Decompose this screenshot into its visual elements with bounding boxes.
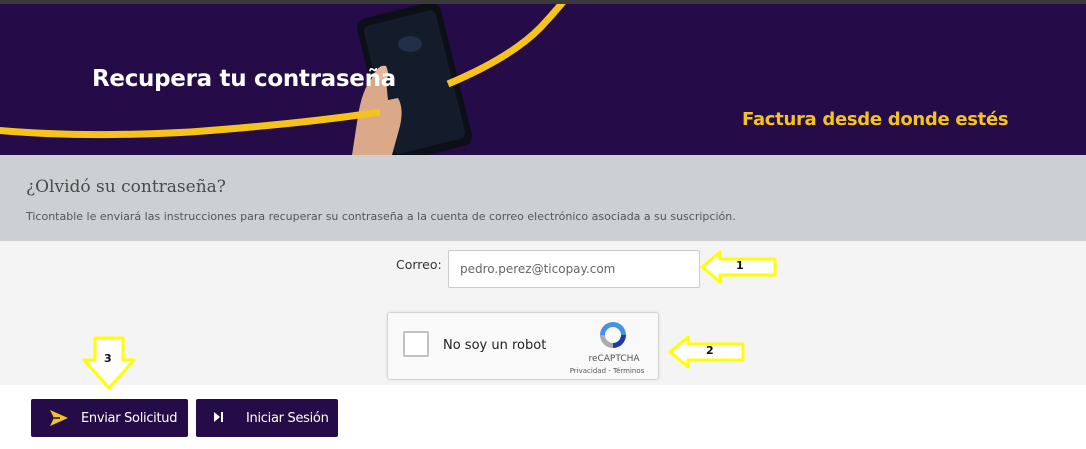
skip-next-icon <box>214 412 223 422</box>
send-icon <box>50 410 68 426</box>
page-title: ¿Olvidó su contraseña? <box>26 177 226 197</box>
annotation-number-1: 1 <box>736 259 744 272</box>
banner-title: Recupera tu contraseña <box>92 66 396 92</box>
email-field[interactable] <box>448 250 700 288</box>
hero-banner: Recupera tu contraseña Factura desde don… <box>0 4 1086 155</box>
banner-tagline: Factura desde donde estés <box>742 109 1009 130</box>
login-button[interactable]: Iniciar Sesión <box>196 399 338 437</box>
info-panel: ¿Olvidó su contraseña? Ticontable le env… <box>0 155 1086 241</box>
send-request-button[interactable]: Enviar Solicitud <box>31 399 188 437</box>
recaptcha-widget: No soy un robot reCAPTCHA Privacidad - T… <box>387 312 659 380</box>
recaptcha-brand: reCAPTCHA <box>588 354 640 364</box>
send-request-label: Enviar Solicitud <box>81 410 178 426</box>
annotation-number-3: 3 <box>104 352 112 365</box>
email-label: Correo: <box>396 257 442 272</box>
instructions-text: Ticontable le enviará las instrucciones … <box>26 210 736 223</box>
annotation-number-2: 2 <box>706 344 714 357</box>
recovery-form: Correo: No soy un robot reCAPTCHA Privac… <box>0 241 1086 385</box>
login-label: Iniciar Sesión <box>246 410 329 426</box>
recaptcha-links[interactable]: Privacidad - Términos <box>562 367 652 375</box>
recaptcha-checkbox[interactable] <box>403 331 429 357</box>
recaptcha-label: No soy un robot <box>443 338 547 353</box>
recaptcha-logo-icon <box>600 322 626 348</box>
